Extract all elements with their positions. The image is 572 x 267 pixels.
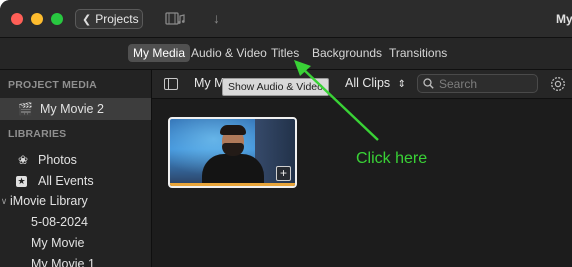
library-name: My M	[194, 76, 225, 90]
search-input[interactable]	[439, 76, 529, 91]
tab-titles[interactable]: Titles	[271, 46, 299, 60]
add-to-timeline-icon[interactable]: +	[276, 166, 291, 181]
sidebar-item-label: All Events	[38, 174, 94, 188]
media-browser-icon[interactable]	[165, 11, 185, 27]
sidebar-item-photos[interactable]: ❀ Photos	[0, 149, 151, 171]
sidebar-item-my-movie-2[interactable]: 🎬 My Movie 2	[0, 98, 151, 120]
minimize-window-button[interactable]	[31, 13, 43, 25]
libraries-sidebar: PROJECT MEDIA 🎬 My Movie 2 LIBRARIES ❀ P…	[0, 70, 152, 267]
tab-my-media[interactable]: My Media	[128, 44, 191, 62]
zoom-window-button[interactable]	[51, 13, 63, 25]
clip-filter-select[interactable]: All Clips ⇕	[345, 76, 406, 90]
imovie-window: ❮ Projects ↓ My My Media Audio & Video T…	[0, 0, 572, 267]
sidebar-item-label: 5-08-2024	[31, 215, 88, 229]
up-down-chevron-icon: ⇕	[397, 79, 407, 90]
chevron-down-icon[interactable]: ∨	[0, 196, 8, 207]
tab-backgrounds[interactable]: Backgrounds	[312, 46, 382, 60]
browser-toolbar: My M Show Audio & Video All Clips ⇕	[152, 70, 572, 99]
clip-used-indicator	[170, 183, 295, 186]
project-media-header: PROJECT MEDIA	[8, 79, 97, 91]
photos-icon: ❀	[17, 153, 29, 167]
clip-filter-label: All Clips	[345, 76, 391, 90]
window-title: My	[556, 12, 572, 26]
sidebar-item-event-5-08-2024[interactable]: 5-08-2024	[0, 211, 151, 233]
gear-icon[interactable]	[550, 76, 566, 92]
star-icon: ★	[16, 175, 27, 187]
tooltip: Show Audio & Video	[222, 78, 329, 96]
sidebar-item-my-movie[interactable]: My Movie	[0, 232, 151, 254]
search-icon	[423, 78, 434, 89]
video-clip-thumbnail[interactable]: +	[168, 117, 297, 188]
clapperboard-icon: 🎬	[18, 102, 33, 116]
sidebar-item-my-movie-1[interactable]: My Movie 1	[0, 253, 151, 267]
media-browser: My M Show Audio & Video All Clips ⇕ Sear…	[152, 70, 572, 267]
chevron-left-icon: ❮	[82, 13, 92, 26]
projects-back-button[interactable]: ❮ Projects	[75, 9, 143, 29]
sidebar-item-label: Photos	[38, 153, 77, 167]
annotation-label: Click here	[356, 150, 428, 167]
tab-audio-video[interactable]: Audio & Video	[191, 46, 267, 60]
projects-label: Projects	[95, 12, 139, 26]
sidebar-item-imovie-library[interactable]: ∨ iMovie Library	[0, 190, 151, 212]
sidebar-item-label: My Movie 2	[40, 102, 104, 116]
import-arrow-icon[interactable]: ↓	[213, 10, 220, 26]
tab-transitions[interactable]: Transitions	[389, 46, 447, 60]
sidebar-item-label: iMovie Library	[10, 194, 88, 208]
sidebar-toggle-icon[interactable]	[164, 78, 178, 90]
search-field[interactable]	[417, 74, 538, 93]
sidebar-item-all-events[interactable]: ★ All Events	[0, 170, 151, 192]
sidebar-item-label: My Movie	[31, 236, 85, 250]
close-window-button[interactable]	[11, 13, 23, 25]
title-bar: ❮ Projects ↓ My	[0, 0, 572, 38]
sidebar-item-label: My Movie 1	[31, 257, 95, 267]
browser-tab-bar: My Media Audio & Video Titles Background…	[0, 38, 572, 70]
libraries-header: LIBRARIES	[8, 128, 67, 140]
